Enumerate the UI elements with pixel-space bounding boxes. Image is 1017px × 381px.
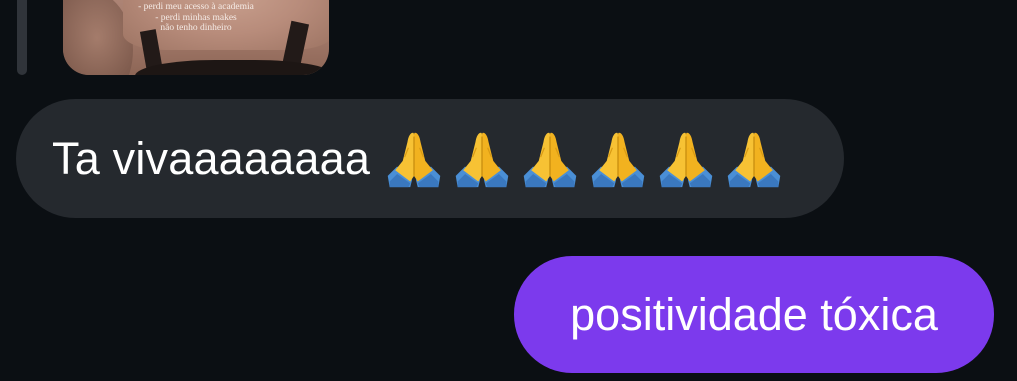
folded-hands-icon [656, 129, 716, 189]
story-caption: - perdi meu acesso à academia - perdi mi… [63, 2, 329, 34]
reply-indicator-bar [17, 0, 27, 75]
emoji-row [384, 129, 784, 189]
incoming-message-bubble[interactable]: Ta vivaaaaaaaa [16, 99, 844, 218]
outgoing-message-bubble[interactable]: positividade tóxica [514, 256, 994, 373]
folded-hands-icon [520, 129, 580, 189]
story-reply-thumbnail[interactable]: - perdi meu acesso à academia - perdi mi… [63, 0, 329, 75]
story-caption-line: - perdi meu acesso à academia [138, 2, 254, 12]
story-caption-line: não tenho dinheiro [160, 23, 232, 33]
folded-hands-icon [724, 129, 784, 189]
folded-hands-icon [588, 129, 648, 189]
folded-hands-icon [452, 129, 512, 189]
photo-top [135, 60, 329, 75]
chat-screen: - perdi meu acesso à academia - perdi mi… [0, 0, 1017, 381]
story-caption-line: - perdi minhas makes [155, 12, 237, 23]
outgoing-message-text: positividade tóxica [570, 288, 938, 340]
folded-hands-icon [384, 129, 444, 189]
incoming-message-text: Ta vivaaaaaaaa [52, 132, 371, 184]
